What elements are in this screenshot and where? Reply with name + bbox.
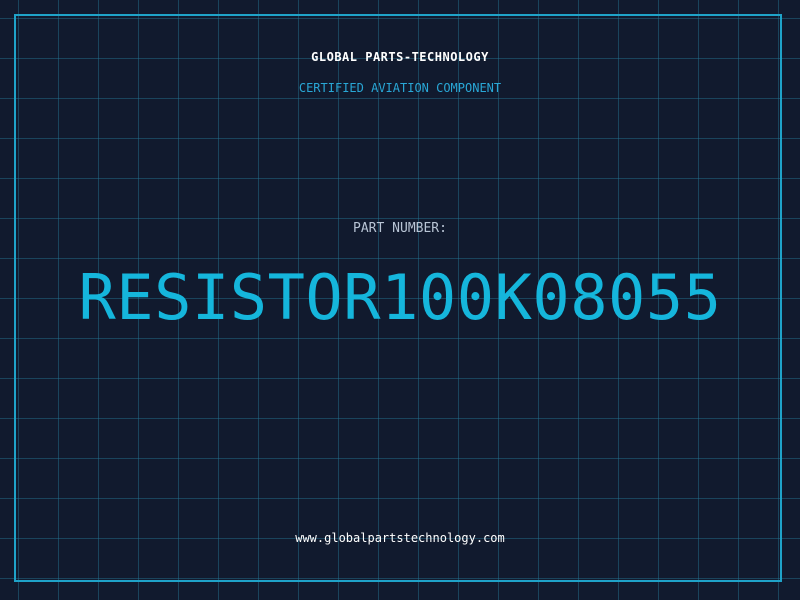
part-certificate-canvas: GLOBAL PARTS-TECHNOLOGY CERTIFIED AVIATI… [0, 0, 800, 600]
certification-subtitle: CERTIFIED AVIATION COMPONENT [298, 81, 502, 95]
part-number-label: PART NUMBER: [353, 221, 447, 236]
brand-title: GLOBAL PARTS-TECHNOLOGY [311, 50, 489, 64]
part-number-value: RESISTOR100K08055 [78, 261, 722, 334]
website-url: www.globalpartstechnology.com [295, 531, 505, 545]
